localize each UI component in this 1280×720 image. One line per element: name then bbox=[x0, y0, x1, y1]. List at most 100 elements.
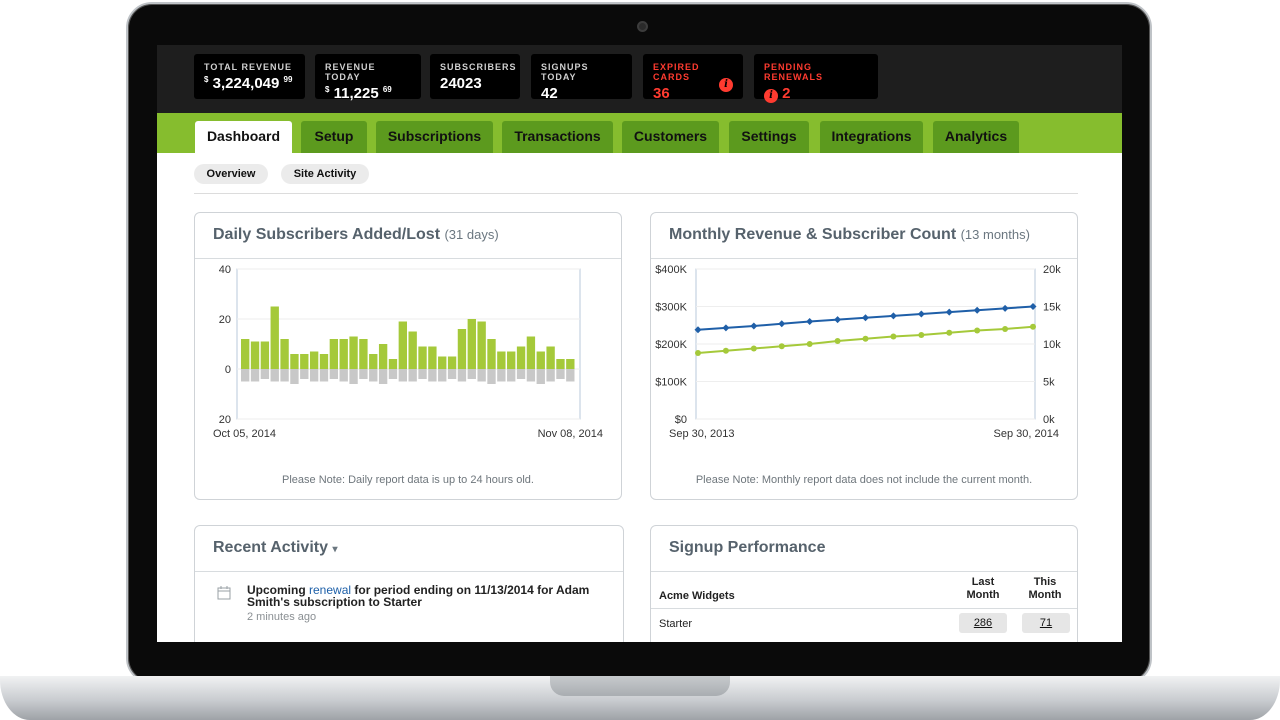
y-right-tick-label: 15k bbox=[1043, 302, 1061, 314]
bar-lost bbox=[280, 369, 289, 382]
y-right-tick-label: 5k bbox=[1043, 377, 1055, 389]
bar-added bbox=[438, 356, 447, 369]
panel-title: Daily Subscribers Added/Lost (31 days) bbox=[195, 213, 621, 259]
bar-added bbox=[467, 319, 476, 369]
tab-settings[interactable]: Settings bbox=[729, 121, 809, 153]
panel-note: Please Note: Monthly report data does no… bbox=[695, 474, 1033, 486]
data-point bbox=[834, 338, 841, 344]
bar-lost bbox=[378, 369, 388, 384]
bar-lost bbox=[290, 369, 299, 384]
tab-integrations[interactable]: Integrations bbox=[820, 121, 923, 153]
subscribers-stat: SUBSCRIBERS 24023 bbox=[430, 54, 520, 99]
data-point bbox=[695, 350, 701, 356]
panel-note: Please Note: Daily report data is up to … bbox=[282, 474, 534, 486]
stat-label: SIGNUPS TODAY bbox=[541, 62, 589, 82]
bar-lost bbox=[447, 369, 457, 379]
bar-lost bbox=[369, 369, 378, 382]
bar-lost bbox=[497, 369, 506, 382]
y-left-tick-label: $300K bbox=[655, 302, 687, 314]
tab-dashboard[interactable]: Dashboard bbox=[195, 121, 292, 153]
bar-added bbox=[260, 341, 270, 369]
data-point bbox=[1002, 326, 1009, 332]
plan-name: Starter bbox=[659, 618, 693, 630]
bar-lost bbox=[270, 369, 279, 382]
bar-added bbox=[369, 354, 378, 369]
stat-label: TOTAL REVENUE bbox=[204, 62, 293, 72]
bar-lost bbox=[487, 369, 496, 384]
signup-performance-panel: Signup Performance Acme Widgets Last Mon… bbox=[650, 525, 1078, 642]
bar-added bbox=[546, 346, 555, 369]
bar-lost bbox=[428, 369, 437, 382]
bar-added bbox=[280, 339, 289, 369]
y-tick-label: 20 bbox=[219, 414, 231, 426]
pending-renewals-stat[interactable]: PENDING RENEWALS i 2 bbox=[754, 54, 878, 103]
tab-analytics[interactable]: Analytics bbox=[933, 121, 1019, 153]
bar-added bbox=[398, 321, 407, 369]
data-point bbox=[750, 345, 757, 352]
bar-lost bbox=[418, 369, 427, 379]
tab-subscriptions[interactable]: Subscriptions bbox=[376, 121, 493, 153]
bar-added bbox=[339, 339, 348, 369]
tab-transactions[interactable]: Transactions bbox=[502, 121, 613, 153]
subtab-overview[interactable]: Overview bbox=[194, 164, 268, 184]
tab-customers[interactable]: Customers bbox=[622, 121, 719, 153]
info-icon[interactable]: i bbox=[719, 78, 733, 92]
bar-lost bbox=[477, 369, 486, 382]
stat-label: REVENUE TODAY bbox=[325, 62, 376, 82]
bar-lost bbox=[438, 369, 447, 382]
y-left-tick-label: $100K bbox=[655, 377, 687, 389]
this-month-count[interactable]: 71 bbox=[1022, 613, 1070, 633]
activity-text: Upcoming renewal for period ending on 11… bbox=[247, 583, 590, 609]
bar-added bbox=[378, 344, 388, 369]
last-month-count[interactable]: 286 bbox=[959, 613, 1007, 633]
bar-added bbox=[457, 329, 467, 369]
y-left-tick-label: $0 bbox=[675, 414, 687, 426]
x-start-label: Sep 30, 2013 bbox=[669, 428, 734, 440]
bar-lost bbox=[329, 369, 339, 379]
bar-added bbox=[329, 339, 339, 369]
bar-lost bbox=[388, 369, 398, 379]
site-name: Acme Widgets bbox=[659, 590, 735, 602]
bar-added bbox=[241, 339, 250, 369]
bar-lost bbox=[339, 369, 348, 382]
bar-added bbox=[349, 336, 358, 369]
bar-lost bbox=[507, 369, 516, 382]
bar-added bbox=[388, 359, 398, 369]
y-left-tick-label: $400K bbox=[655, 264, 687, 276]
data-point bbox=[1030, 323, 1036, 330]
activity-time: 2 minutes ago bbox=[247, 611, 317, 623]
divider bbox=[651, 608, 1077, 609]
recent-activity-panel: Recent Activity ▾ Upcoming renewal for p… bbox=[194, 525, 624, 642]
panel-title[interactable]: Recent Activity ▾ bbox=[195, 526, 623, 572]
revenue-today-stat: REVENUE TODAY $ 11,225 69 bbox=[315, 54, 421, 102]
bar-added bbox=[428, 346, 437, 369]
panel-title: Signup Performance bbox=[651, 526, 1077, 572]
bar-added bbox=[477, 321, 486, 369]
stat-value: 24023 bbox=[440, 75, 482, 92]
bar-lost bbox=[250, 369, 260, 382]
info-icon[interactable]: i bbox=[764, 89, 778, 103]
data-point bbox=[946, 329, 953, 336]
bar-lost bbox=[566, 369, 575, 382]
daily-subscribers-chart: 40 20 0 20 Oct 05, 2014 Nov 08, 2014 bbox=[213, 264, 603, 440]
daily-subscribers-panel: Daily Subscribers Added/Lost (31 days) 4… bbox=[194, 212, 622, 500]
tab-setup[interactable]: Setup bbox=[301, 121, 367, 153]
bar-lost bbox=[241, 369, 250, 382]
y-tick-label: 0 bbox=[225, 364, 231, 376]
bar-added bbox=[359, 339, 368, 369]
bar-lost bbox=[546, 369, 555, 382]
col-this-month: This Month bbox=[1028, 576, 1062, 601]
expired-cards-stat[interactable]: EXPIRED CARDS 36 i bbox=[643, 54, 743, 102]
chevron-down-icon[interactable]: ▾ bbox=[332, 544, 337, 555]
calendar-icon bbox=[217, 586, 231, 600]
bar-added bbox=[300, 354, 309, 369]
data-point bbox=[806, 341, 813, 347]
data-point bbox=[890, 333, 897, 340]
main-nav: Dashboard Setup Subscriptions Transactio… bbox=[157, 113, 1122, 153]
bar-lost bbox=[467, 369, 476, 379]
x-end-label: Sep 30, 2014 bbox=[994, 428, 1059, 440]
bar-added bbox=[418, 346, 427, 369]
bar-added bbox=[526, 336, 536, 369]
bar-added bbox=[250, 341, 260, 369]
subtab-site-activity[interactable]: Site Activity bbox=[281, 164, 369, 184]
